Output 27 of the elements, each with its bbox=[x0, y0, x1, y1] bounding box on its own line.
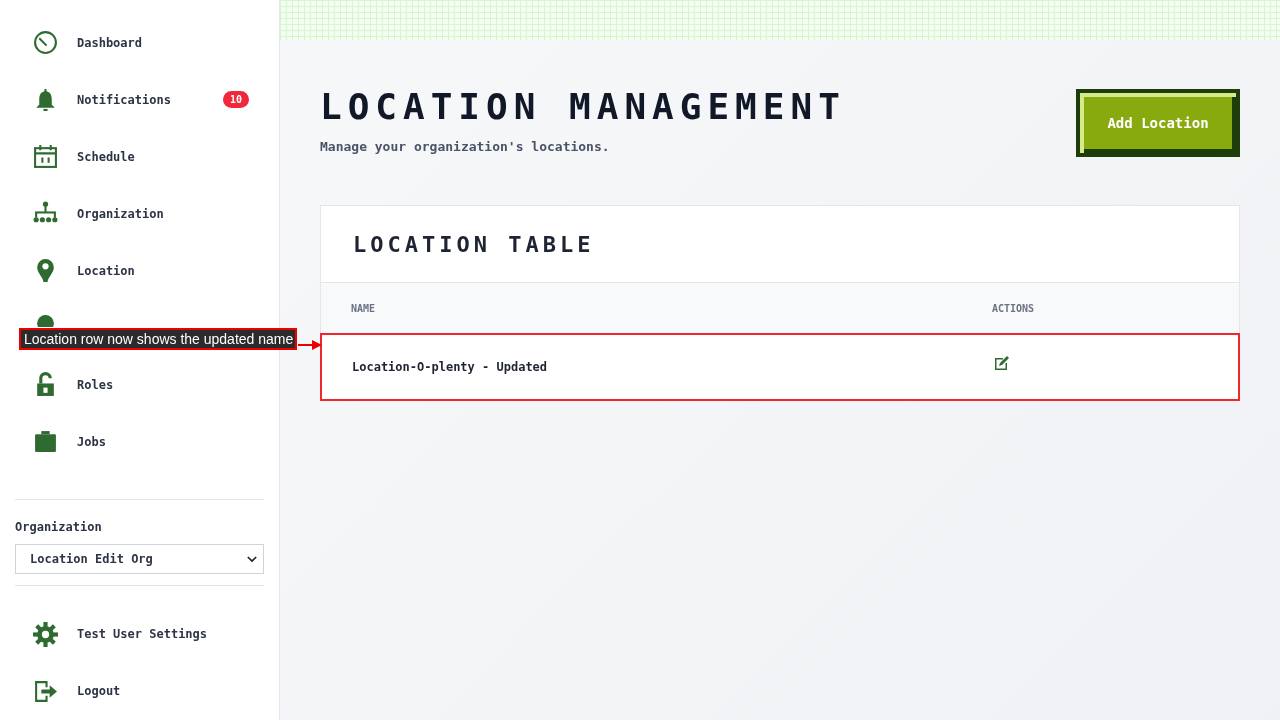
nav-item[interactable]: Schedule bbox=[15, 128, 264, 185]
nav-item[interactable]: Test User Settings bbox=[15, 606, 264, 663]
edit-icon[interactable] bbox=[994, 355, 1010, 371]
nav-item[interactable]: Notifications 10 bbox=[15, 71, 264, 128]
page-title: LOCATION MANAGEMENT bbox=[320, 89, 846, 125]
chevron-icon bbox=[247, 555, 257, 563]
nav-item[interactable]: Organization bbox=[15, 185, 264, 242]
nav-item[interactable]: Location bbox=[15, 242, 264, 299]
nav-item[interactable]: Roles bbox=[15, 356, 264, 413]
calendar-icon bbox=[33, 144, 58, 169]
nav-item[interactable]: Dashboard bbox=[15, 14, 264, 71]
gear-icon bbox=[33, 622, 58, 647]
column-header: ACTIONS bbox=[992, 302, 1035, 314]
annotation-arrow bbox=[298, 340, 322, 350]
organization-label: Organization bbox=[15, 520, 103, 534]
table-cell-text: Location-O-plenty - Updated bbox=[351, 360, 549, 374]
page-subtitle: Manage your organization's locations. bbox=[320, 139, 611, 154]
column-header: NAME bbox=[350, 302, 377, 314]
annotation-label: Location row now shows the updated name bbox=[19, 328, 297, 350]
organization-select[interactable]: Location Edit Org bbox=[15, 544, 264, 574]
bell-icon bbox=[33, 87, 58, 112]
briefcase-icon bbox=[33, 429, 58, 454]
nav-item[interactable]: Jobs bbox=[15, 413, 264, 470]
exit-icon bbox=[33, 679, 58, 704]
gauge-icon bbox=[33, 30, 58, 55]
notification-count: 10 bbox=[222, 91, 249, 108]
nav-item[interactable]: Logout bbox=[15, 663, 264, 720]
